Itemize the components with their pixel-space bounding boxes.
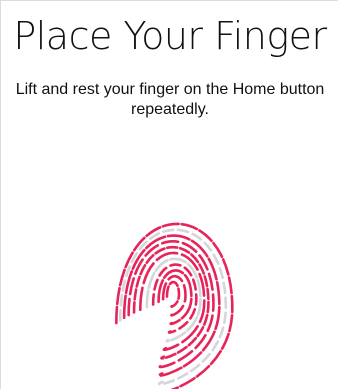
instructions-text: Lift and rest your finger on the Home bu… — [1, 80, 338, 120]
fingerprint-progress — [111, 197, 241, 389]
fingerprint-icon — [115, 222, 234, 389]
fingerprint-ridge — [138, 251, 206, 352]
fingerprint-ridge — [165, 280, 181, 308]
enrollment-screen: Place Your Finger Lift and rest your fin… — [0, 0, 338, 389]
page-title: Place Your Finger — [13, 14, 327, 58]
instructions-line-1: Lift and rest your finger on the Home bu… — [15, 81, 325, 98]
instructions-line-2: repeatedly. — [131, 101, 209, 118]
